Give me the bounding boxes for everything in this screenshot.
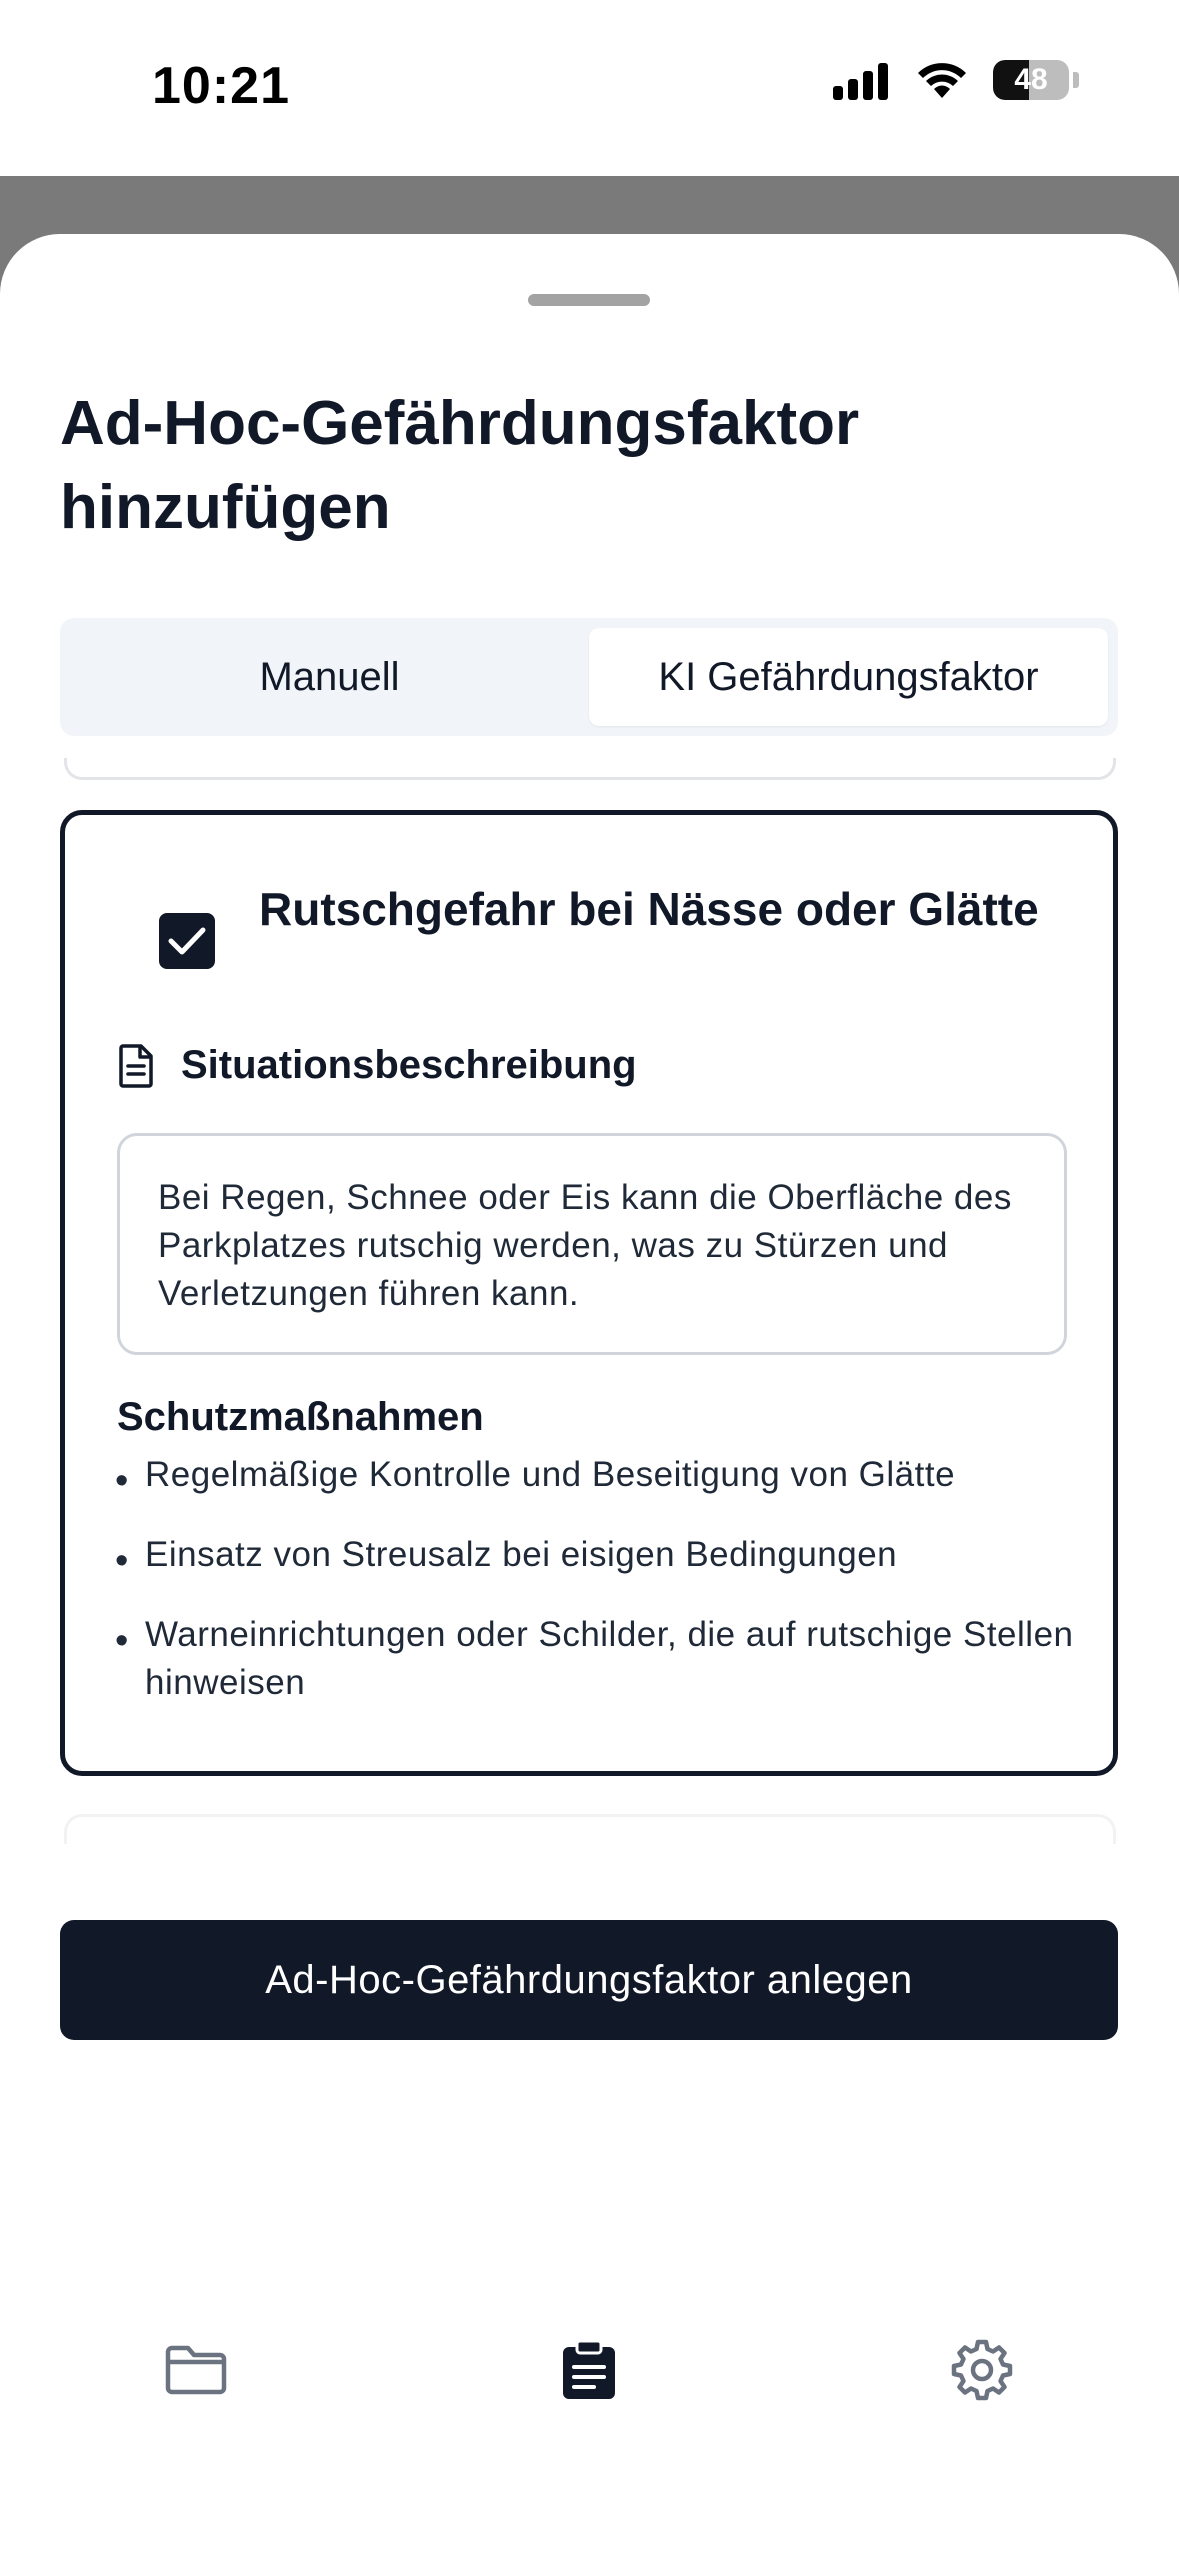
tab-ai-hazard[interactable]: KI Gefährdungsfaktor <box>589 628 1108 726</box>
cellular-signal-icon <box>833 63 888 100</box>
measure-text: Einsatz von Streusalz bei eisigen Beding… <box>145 1535 898 1574</box>
measures-heading: Schutzmaßnahmen <box>117 1395 484 1439</box>
hazard-title: Rutschgefahr bei Nässe oder Glätte <box>259 883 1039 935</box>
measure-item: • Regelmäßige Kontrolle und Beseitigung v… <box>115 1451 1105 1502</box>
bullet: • <box>115 1620 129 1662</box>
bottom-sheet: Ad-Hoc-Gefährdungsfaktor hinzufügen Manu… <box>0 234 1179 2556</box>
tab-bar-item-settings[interactable] <box>922 2310 1042 2430</box>
gear-icon <box>951 2339 1013 2401</box>
tab-bar-item-folder[interactable] <box>136 2310 256 2430</box>
status-icons: 48 <box>833 60 1079 100</box>
hazard-checkbox[interactable] <box>159 913 215 969</box>
description-textbox[interactable]: Bei Regen, Schnee oder Eis kann die Ober… <box>117 1133 1067 1355</box>
tab-bar-item-checklist[interactable] <box>529 2310 649 2430</box>
bullet: • <box>115 1460 129 1502</box>
battery-cap <box>1073 72 1079 88</box>
battery-icon: 48 <box>993 60 1069 100</box>
measure-item: • Einsatz von Streusalz bei eisigen Bedin… <box>115 1531 1105 1582</box>
status-time: 10:21 <box>152 57 290 115</box>
description-heading-label: Situationsbeschreibung <box>181 1043 637 1087</box>
wifi-icon <box>918 63 966 98</box>
create-hazard-button[interactable]: Ad-Hoc-Gefährdungsfaktor anlegen <box>60 1920 1118 2040</box>
tab-manual[interactable]: Manuell <box>70 628 589 726</box>
measure-item: • Warneinrichtungen oder Schilder, die au… <box>115 1611 1105 1707</box>
hazard-card: Rutschgefahr bei Nässe oder Glätte Situa… <box>60 810 1118 1776</box>
measure-text: Regelmäßige Kontrolle und Beseitigung vo… <box>145 1455 956 1494</box>
sheet-grabber[interactable] <box>528 294 650 306</box>
next-card-edge <box>64 1814 1116 1844</box>
description-heading: Situationsbeschreibung <box>119 1043 637 1088</box>
previous-card-edge <box>64 758 1116 780</box>
sheet-title: Ad-Hoc-Gefährdungsfaktor hinzufügen <box>60 389 860 542</box>
folder-icon <box>165 2345 227 2395</box>
battery-percent: 48 <box>1014 63 1048 96</box>
status-bar: 10:21 48 <box>0 0 1179 176</box>
clipboard-icon <box>563 2339 615 2399</box>
tab-bar <box>0 2310 1179 2430</box>
measures-list: • Regelmäßige Kontrolle und Beseitigung v… <box>115 1451 1105 1739</box>
mode-segmented-control: Manuell KI Gefährdungsfaktor <box>60 618 1118 736</box>
measure-text: Warneinrichtungen oder Schilder, die auf… <box>145 1615 1074 1702</box>
document-icon <box>119 1043 153 1088</box>
checkmark-icon <box>168 927 206 955</box>
bullet: • <box>115 1540 129 1582</box>
